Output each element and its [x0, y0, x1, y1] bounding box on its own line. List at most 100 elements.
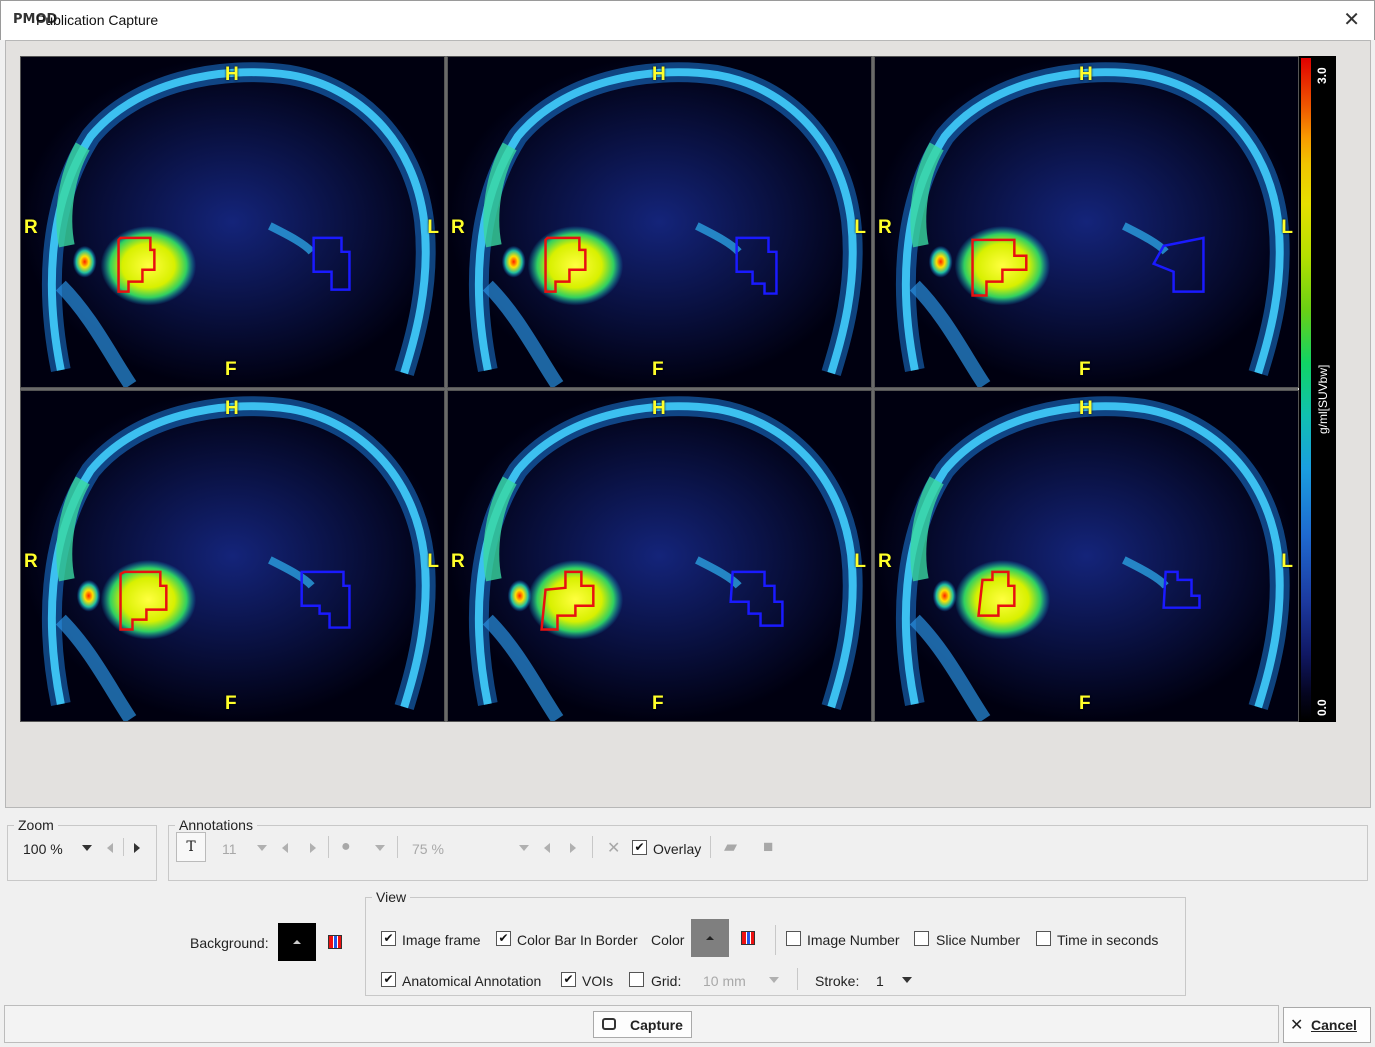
color-bar-in-border-checkbox[interactable]: ✔ [496, 931, 511, 946]
view-group: View ✔ Image frame ✔ Color Bar In Border… [365, 889, 1186, 996]
divider [397, 836, 398, 858]
zoom-group: Zoom 100 % [7, 817, 157, 881]
orientation-top-label: H [652, 398, 666, 419]
divider [592, 836, 593, 858]
color-bar: 3.0 g/ml[SUVbw] 0.0 [1299, 56, 1336, 722]
stroke-label: Stroke: [815, 973, 860, 989]
anatomical-annotation-checkbox[interactable]: ✔ [381, 972, 396, 987]
annotation-color-icon[interactable]: ● [341, 838, 351, 856]
image-frame-label: Image frame [402, 932, 481, 948]
image-slice[interactable]: H F R L [20, 56, 445, 388]
anatomical-annotation-label: Anatomical Annotation [402, 973, 542, 989]
pet-slice-image [875, 57, 1298, 387]
frame-palette-icon[interactable] [741, 931, 755, 945]
stroke-value[interactable]: 1 [876, 973, 884, 989]
font-size-dropdown-icon[interactable] [257, 845, 267, 851]
image-slice[interactable]: H F R L [20, 390, 445, 722]
orientation-right-label: L [1281, 551, 1293, 572]
vois-checkbox[interactable]: ✔ [561, 972, 576, 987]
text-tool-button[interactable]: T [176, 832, 206, 862]
time-in-seconds-label: Time in seconds [1057, 932, 1159, 948]
font-size-increase-icon[interactable] [310, 843, 316, 853]
font-size-decrease-icon[interactable] [282, 843, 288, 853]
divider [710, 836, 711, 858]
image-number-checkbox[interactable] [786, 931, 801, 946]
orientation-right-label: L [854, 217, 866, 238]
pet-slice-image [21, 391, 444, 721]
grid-checkbox[interactable] [629, 972, 644, 987]
capture-button[interactable]: Capture [593, 1011, 692, 1038]
time-in-seconds-checkbox[interactable] [1036, 931, 1051, 946]
overlay-checkbox[interactable]: ✔ [632, 840, 647, 855]
color-bar-unit: g/ml[SUVbw] [1316, 364, 1330, 434]
orientation-left-label: R [451, 551, 465, 572]
window-title: Publication Capture [36, 12, 159, 28]
orientation-left-label: R [878, 217, 892, 238]
image-viewer: HFRLHFRLHFRLHFRLHFRLHFRL 3.0 g/ml[SUVbw]… [5, 40, 1371, 808]
annotations-group: Annotations T 11 ● 75 % ✕ ✔ Overlay ▰ ■ [168, 817, 1368, 881]
orientation-top-label: H [1079, 398, 1093, 419]
title-bar: PMOD Publication Capture ✕ [0, 0, 1375, 40]
zoom-increase-icon[interactable] [134, 843, 140, 853]
image-slice[interactable]: H F R L [447, 56, 872, 388]
color-dropdown-icon[interactable] [375, 845, 385, 851]
image-slice[interactable]: H F R L [874, 56, 1299, 388]
orientation-right-label: L [427, 217, 439, 238]
orientation-left-label: R [24, 217, 38, 238]
orientation-bottom-label: F [1079, 693, 1091, 714]
swatch-arrow-icon [706, 936, 714, 940]
close-icon[interactable]: ✕ [1343, 7, 1360, 31]
background-color-swatch[interactable] [278, 923, 316, 961]
slice-number-label: Slice Number [936, 932, 1021, 948]
image-slice[interactable]: H F R L [447, 390, 872, 722]
grid-label: Grid: [651, 973, 682, 989]
orientation-left-label: R [24, 551, 38, 572]
image-number-label: Image Number [807, 932, 900, 948]
orientation-left-label: R [878, 551, 892, 572]
divider [797, 968, 798, 990]
divider [123, 838, 124, 856]
orientation-right-label: L [854, 551, 866, 572]
grid-size-value[interactable]: 10 mm [703, 973, 746, 989]
orientation-right-label: L [1281, 217, 1293, 238]
orientation-left-label: R [451, 217, 465, 238]
stroke-dropdown-icon[interactable] [902, 977, 912, 983]
background-label: Background: [190, 935, 269, 951]
zoom-legend: Zoom [18, 817, 54, 833]
font-size-value[interactable]: 11 [222, 841, 237, 857]
orientation-bottom-label: F [225, 359, 237, 380]
slice-number-checkbox[interactable] [914, 931, 929, 946]
zoom-value[interactable]: 100 % [23, 841, 63, 857]
open-folder-icon[interactable]: ▰ [724, 837, 737, 857]
divider [775, 925, 776, 955]
capture-label: Capture [630, 1017, 683, 1033]
pet-slice-image [875, 391, 1298, 721]
delete-annotation-icon[interactable]: ✕ [607, 838, 620, 857]
orientation-top-label: H [225, 398, 239, 419]
image-frame-checkbox[interactable]: ✔ [381, 931, 396, 946]
pet-slice-image [448, 391, 871, 721]
color-bar-min: 0.0 [1315, 699, 1329, 716]
cancel-button[interactable]: ✕ Cancel [1283, 1007, 1371, 1043]
zoom-dropdown-icon[interactable] [82, 845, 92, 851]
orientation-bottom-label: F [652, 359, 664, 380]
cancel-x-icon: ✕ [1290, 1015, 1304, 1034]
grid-size-dropdown-icon[interactable] [769, 977, 779, 983]
image-grid: HFRLHFRLHFRLHFRLHFRLHFRL [20, 56, 1299, 722]
orientation-bottom-label: F [225, 693, 237, 714]
pet-slice-image [448, 57, 871, 387]
image-slice[interactable]: H F R L [874, 390, 1299, 722]
frame-color-swatch[interactable] [691, 919, 729, 957]
opacity-value[interactable]: 75 % [412, 841, 444, 857]
orientation-top-label: H [1079, 64, 1093, 85]
background-palette-icon[interactable] [328, 935, 342, 949]
save-disk-icon[interactable]: ■ [763, 837, 773, 857]
opacity-increase-icon[interactable] [570, 843, 576, 853]
zoom-decrease-icon[interactable] [107, 843, 113, 853]
color-label: Color [651, 932, 685, 948]
orientation-right-label: L [427, 551, 439, 572]
overlay-label: Overlay [653, 841, 702, 857]
view-legend: View [376, 889, 407, 905]
opacity-decrease-icon[interactable] [544, 843, 550, 853]
opacity-dropdown-icon[interactable] [519, 845, 529, 851]
